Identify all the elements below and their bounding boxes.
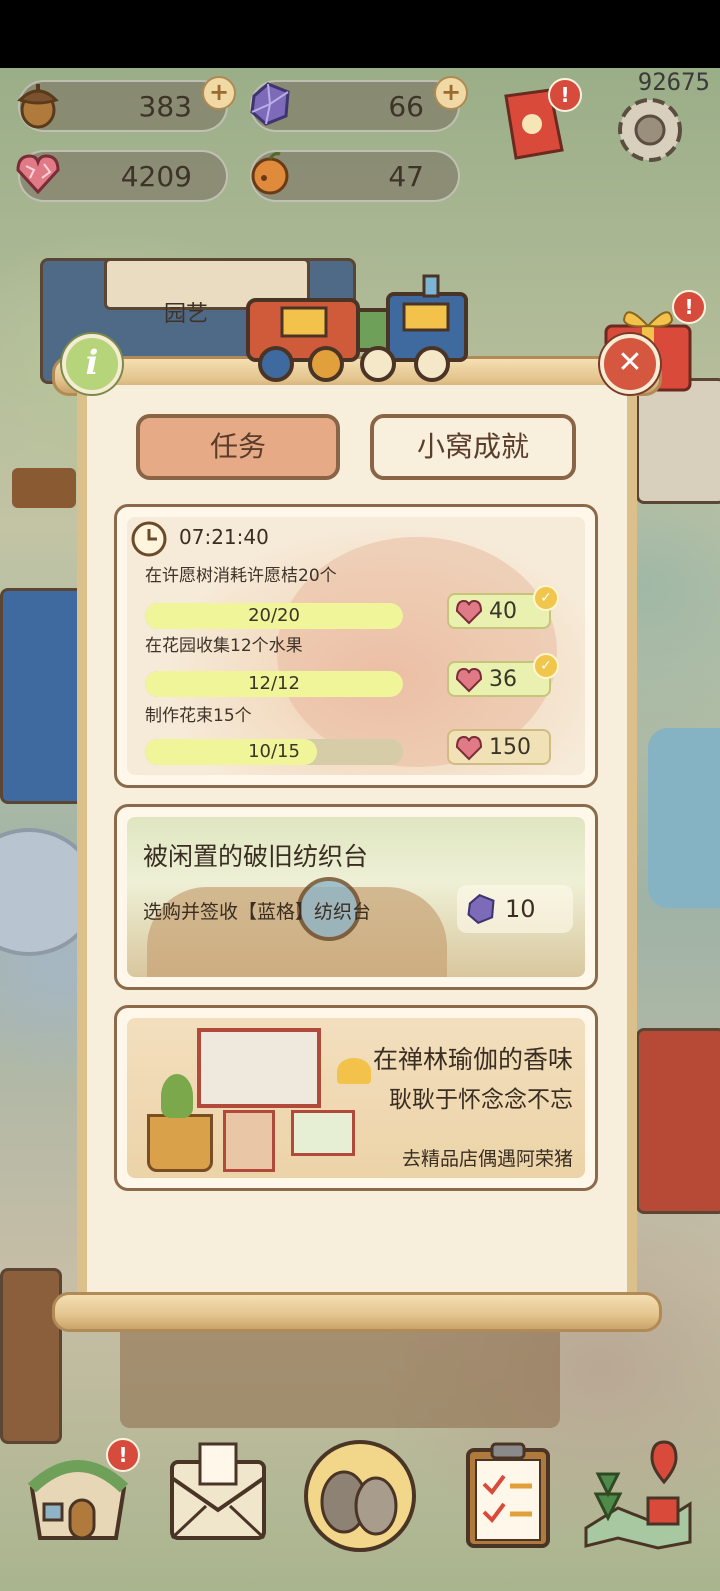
quest-subtitle-yoga: 耿耿于怀念念不忘 [389, 1087, 573, 1113]
clipboard-icon [466, 1442, 550, 1548]
task-reward-2[interactable]: 36 ✓ [447, 653, 559, 697]
gear-icon [618, 98, 682, 162]
claimed-check-icon: ✓ [533, 585, 559, 611]
quest-card-loom[interactable]: 被闲置的破旧纺织台 选购并签收【蓝格】纺织台 10 [114, 804, 598, 990]
quest-title-loom: 被闲置的破旧纺织台 [143, 842, 369, 871]
market-stalls [120, 1318, 560, 1428]
gem-count: 66 [388, 90, 424, 123]
task-progress-bar-1: 20/20 [145, 603, 403, 629]
clock-icon [131, 521, 167, 557]
task-progress-text-1: 20/20 [248, 605, 300, 626]
task-reward-1[interactable]: 40 ✓ [447, 585, 559, 629]
acorn-counter: 383 + [17, 76, 236, 132]
close-icon: ✕ [617, 345, 643, 380]
heart-crystal-icon [455, 667, 483, 693]
task-reward-amount-2: 36 [489, 667, 517, 692]
fruit-counter: 47 [250, 150, 460, 202]
envelope-icon [170, 1442, 266, 1540]
fruit-crate [12, 468, 76, 508]
add-acorn-button[interactable]: + [202, 76, 236, 110]
task-label-3: 制作花束15个 [145, 706, 252, 726]
plant-pot [147, 1114, 213, 1172]
quest-desc-loom: 选购并签收【蓝格】纺织台 [143, 901, 372, 923]
heart-crystal-counter: 4209 [16, 150, 228, 202]
acorn-icon [17, 84, 59, 129]
gift-alert-badge: ! [672, 290, 706, 324]
shop-sign-text: 园艺 [164, 302, 209, 327]
friends-nav-button[interactable] [302, 1438, 416, 1552]
task-reward-amount-3: 150 [489, 735, 531, 760]
quest-card-yoga[interactable]: 在禅林瑜伽的香味 耿耿于怀念念不忘 去精品店偶遇阿荣猪 [114, 1005, 598, 1191]
system-status-bar [0, 0, 720, 68]
add-gem-button[interactable]: + [434, 76, 468, 110]
map-nav-button[interactable] [578, 1438, 698, 1550]
mail-nav-button[interactable] [162, 1438, 274, 1550]
heart-crystal-icon [455, 599, 483, 625]
picture-frame [197, 1028, 321, 1108]
toy-train-icon [246, 274, 468, 382]
info-button[interactable]: i [62, 334, 122, 394]
info-icon: i [85, 343, 99, 383]
purple-gem-icon [250, 82, 290, 126]
tab-tasks[interactable]: 任务 [136, 414, 340, 480]
heart-crystal-icon [16, 154, 60, 195]
calendar-alert-badge: ! [548, 78, 582, 112]
claimed-check-icon: ✓ [533, 653, 559, 679]
task-progress-text-2: 12/12 [248, 673, 300, 694]
tab-achievements[interactable]: 小窝成就 [370, 414, 576, 480]
blue-cottage [0, 588, 84, 804]
map-icon [584, 1440, 692, 1550]
close-button[interactable]: ✕ [600, 334, 660, 394]
heart-crystal-count: 4209 [120, 160, 192, 193]
gem-counter: 66 + [250, 76, 468, 132]
pond [648, 728, 720, 908]
orange-fruit-icon [251, 152, 289, 195]
purple-gem-icon [467, 893, 495, 925]
task-timer: 07:21:40 [179, 525, 269, 549]
home-alert-badge: ! [106, 1438, 140, 1472]
task-label-2: 在花园收集12个水果 [145, 636, 303, 656]
task-reward-amount-1: 40 [489, 599, 517, 624]
home-nav-button[interactable]: ! [22, 1438, 140, 1550]
quest-title-yoga: 在禅林瑜伽的香味 [372, 1045, 573, 1074]
red-pavilion [636, 1028, 720, 1214]
task-progress-bar-2: 12/12 [145, 671, 403, 697]
settings-button[interactable] [608, 88, 692, 172]
birds-icon [304, 1440, 416, 1552]
task-progress-text-3: 10/15 [248, 741, 300, 762]
heart-crystal-icon [455, 735, 483, 761]
right-house [636, 378, 720, 504]
task-label-1: 在许愿树消耗许愿桔20个 [145, 566, 337, 586]
acorn-count: 383 [138, 90, 192, 123]
task-reward-3[interactable]: 150 [447, 729, 551, 765]
quest-reward-loom: 10 [457, 885, 573, 933]
tasks-nav-button[interactable] [452, 1438, 564, 1550]
left-shed [0, 1268, 62, 1444]
quest-reward-amount-loom: 10 [505, 895, 536, 923]
calendar-event-button[interactable]: ! [496, 78, 582, 164]
scroll-bottom-rod [52, 1292, 662, 1332]
quest-hint-yoga: 去精品店偶遇阿荣猪 [401, 1148, 573, 1170]
task-progress-bar-3: 10/15 [145, 739, 403, 765]
fruit-count: 47 [388, 160, 424, 193]
daily-task-card: 07:21:40 在许愿树消耗许愿桔20个 20/20 40 ✓ 在花园收集12… [114, 504, 598, 788]
